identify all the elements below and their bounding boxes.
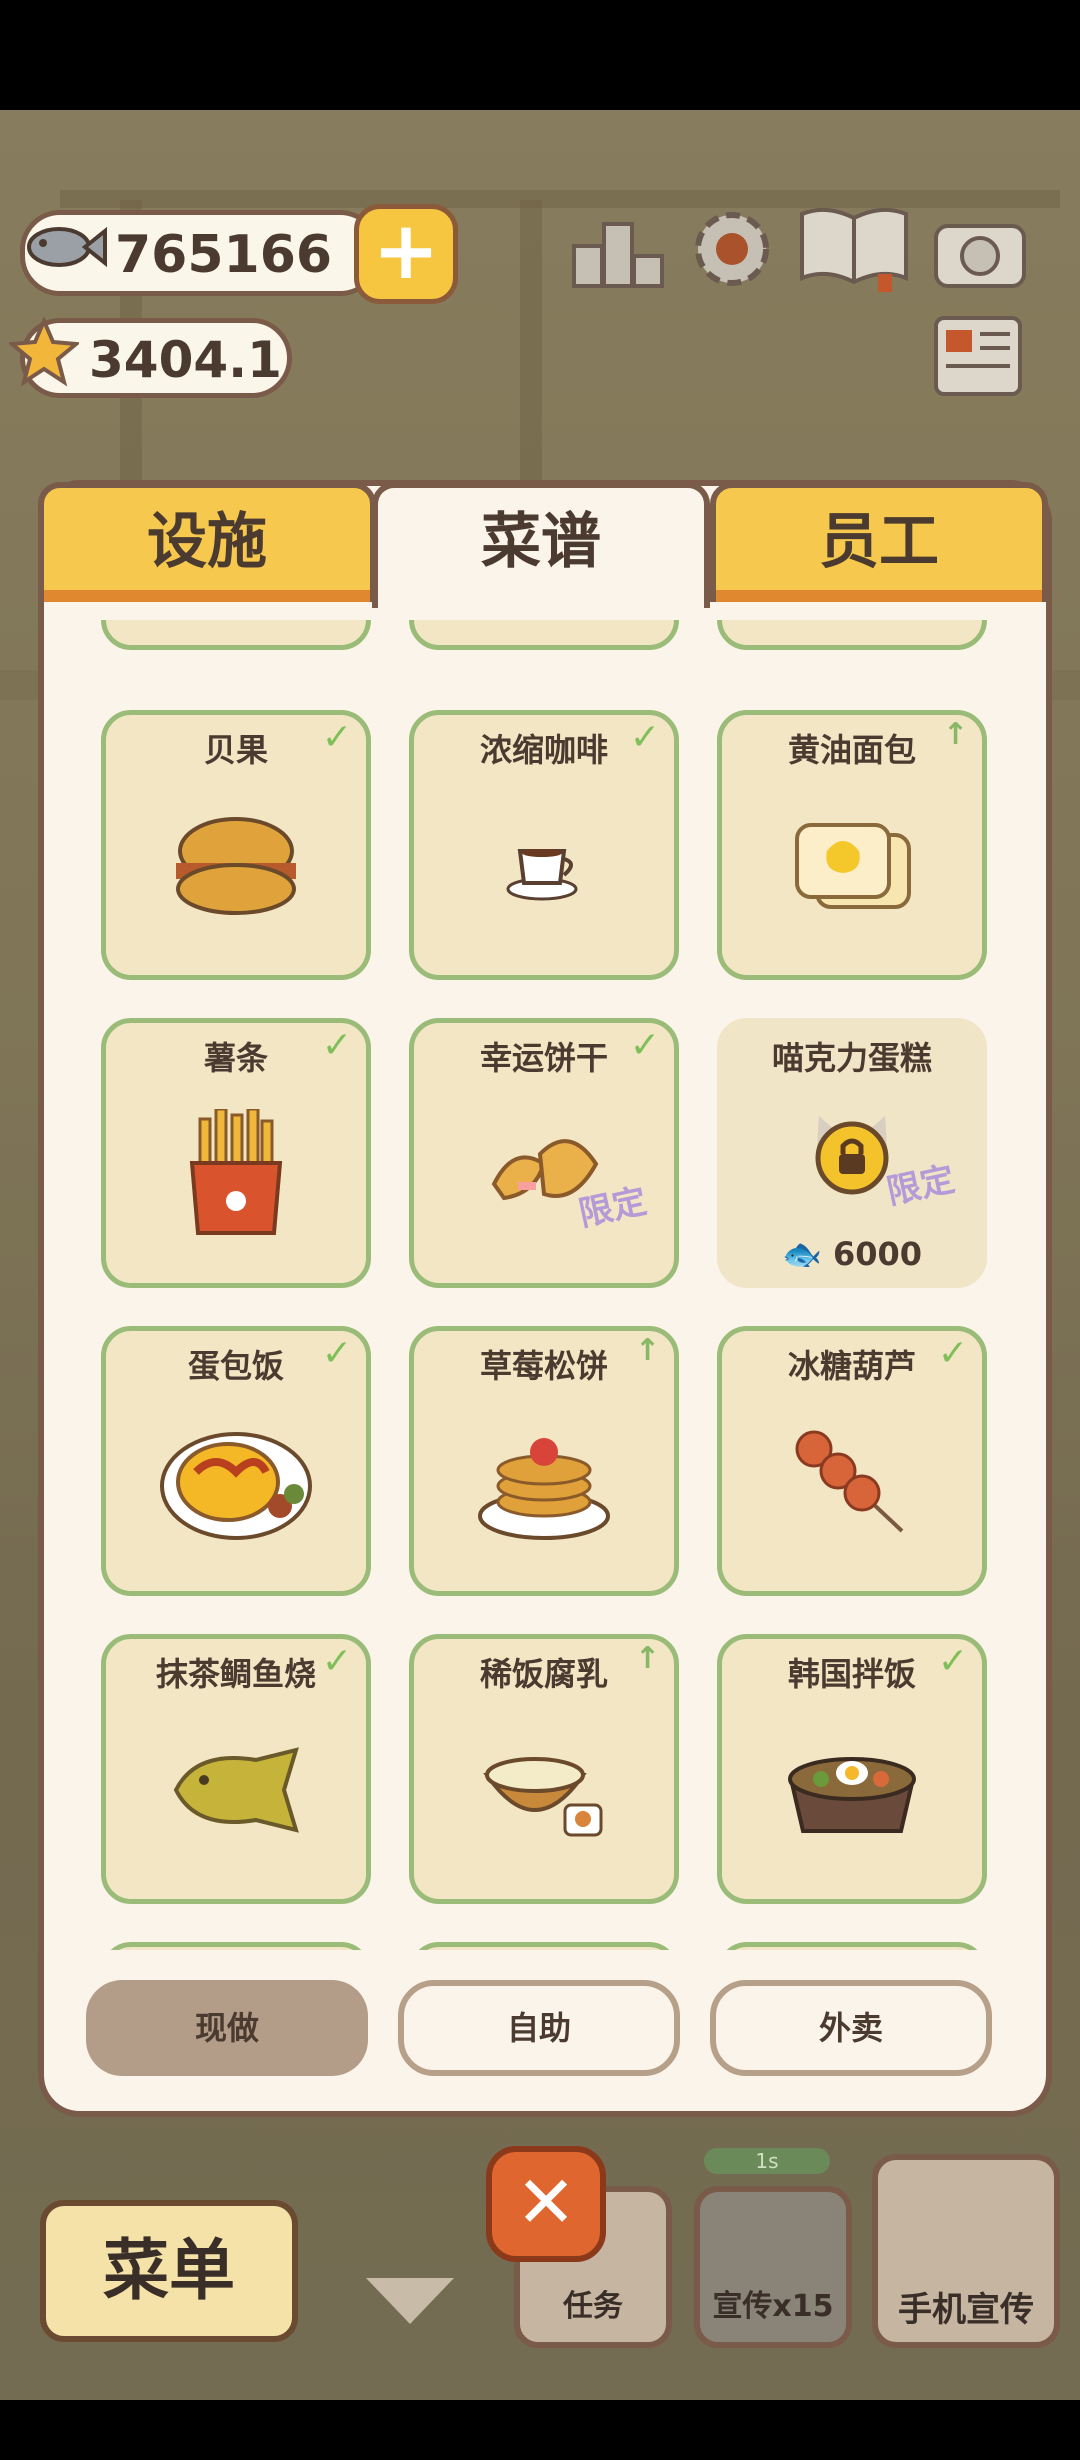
recipe-card-bagel[interactable]: 贝果 ✓ bbox=[101, 710, 371, 980]
add-fish-button[interactable]: + bbox=[354, 204, 458, 304]
mode-takeout-button[interactable]: 外卖 bbox=[710, 1980, 992, 2076]
tab-facilities[interactable]: 设施 bbox=[38, 482, 376, 602]
check-icon: ✓ bbox=[321, 1333, 352, 1374]
recipe-card-partial[interactable] bbox=[717, 1942, 987, 1950]
recipe-card-fortune-cookie[interactable]: 幸运饼干 ✓ 限定 bbox=[409, 1018, 679, 1288]
recipe-card-congee-tofu[interactable]: 稀饭腐乳 ↑ bbox=[409, 1634, 679, 1904]
ranking-icon[interactable] bbox=[570, 206, 666, 292]
recipe-card-espresso[interactable]: 浓缩咖啡 ✓ bbox=[409, 710, 679, 980]
bibimbap-icon bbox=[788, 1756, 916, 1833]
unlock-price: 🐟 6000 bbox=[781, 1235, 923, 1273]
status-bar bbox=[0, 0, 1080, 110]
fish-currency: 765166 bbox=[20, 210, 380, 296]
fries-icon bbox=[189, 1108, 283, 1235]
recipe-card-fries[interactable]: 薯条 ✓ bbox=[101, 1018, 371, 1288]
star-icon bbox=[9, 317, 79, 387]
omurice-icon bbox=[160, 1431, 312, 1540]
gear-icon[interactable] bbox=[684, 204, 780, 290]
recipe-grid: 贝果 ✓ 浓缩咖啡 ✓ 黄油面包 ↑ 薯条 ✓ 幸运饼干 ✓ 限定 喵克力蛋糕 … bbox=[60, 620, 1020, 1950]
fish-icon: 🐟 bbox=[781, 1235, 822, 1273]
butter-bread-icon bbox=[795, 822, 911, 909]
camera-icon[interactable] bbox=[932, 210, 1028, 296]
recipe-card-partial[interactable] bbox=[717, 620, 987, 650]
recipe-card-butter-bread[interactable]: 黄油面包 ↑ bbox=[717, 710, 987, 980]
newspaper-icon[interactable] bbox=[930, 314, 1026, 400]
star-currency: 3404.1 bbox=[9, 317, 292, 398]
close-button[interactable]: ✕ bbox=[486, 2146, 606, 2262]
bagel-icon bbox=[176, 816, 296, 915]
star-amount: 3404.1 bbox=[89, 331, 282, 389]
check-icon: ✓ bbox=[321, 717, 352, 758]
phone-promo-button[interactable]: 手机宣传 bbox=[872, 2154, 1060, 2348]
lock-icon bbox=[815, 1116, 889, 1195]
congee-icon bbox=[483, 1756, 603, 1837]
promo-button[interactable]: 宣传x15 bbox=[694, 2186, 852, 2348]
upgrade-icon: ↑ bbox=[634, 1333, 660, 1368]
upgrade-icon: ↑ bbox=[634, 1641, 660, 1676]
recipe-card-omurice[interactable]: 蛋包饭 ✓ bbox=[101, 1326, 371, 1596]
pancake-icon bbox=[478, 1437, 610, 1540]
espresso-icon bbox=[506, 848, 578, 901]
recipe-card-bibimbap[interactable]: 韩国拌饭 ✓ bbox=[717, 1634, 987, 1904]
menu-button[interactable]: 菜单 bbox=[40, 2200, 298, 2342]
recipe-card-strawberry-pancake[interactable]: 草莓松饼 ↑ bbox=[409, 1326, 679, 1596]
candied-haws-icon bbox=[795, 1430, 904, 1533]
recipe-card-candied-haws[interactable]: 冰糖葫芦 ✓ bbox=[717, 1326, 987, 1596]
recipe-card-matcha-taiyaki[interactable]: 抹茶鲷鱼烧 ✓ bbox=[101, 1634, 371, 1904]
recipe-card-partial[interactable] bbox=[101, 1942, 371, 1950]
fish-icon bbox=[27, 226, 107, 268]
check-icon: ✓ bbox=[937, 1641, 968, 1682]
tab-staff[interactable]: 员工 bbox=[710, 482, 1048, 602]
check-icon: ✓ bbox=[629, 717, 660, 758]
recipe-card-partial[interactable] bbox=[409, 620, 679, 650]
recipe-card-cat-chocolate-cake[interactable]: 喵克力蛋糕 限定 🐟 6000 bbox=[717, 1018, 987, 1288]
promo-timer: 1s bbox=[704, 2148, 830, 2174]
check-icon: ✓ bbox=[321, 1025, 352, 1066]
tab-recipes[interactable]: 菜谱 bbox=[372, 482, 710, 608]
mode-self-service-button[interactable]: 自助 bbox=[398, 1980, 680, 2076]
taiyaki-icon bbox=[173, 1747, 299, 1833]
collapse-arrow-icon[interactable] bbox=[366, 2278, 454, 2324]
recipe-card-partial[interactable] bbox=[101, 620, 371, 650]
check-icon: ✓ bbox=[321, 1641, 352, 1682]
fish-amount: 765166 bbox=[115, 225, 333, 285]
upgrade-icon: ↑ bbox=[942, 717, 968, 752]
check-icon: ✓ bbox=[629, 1025, 660, 1066]
guide-book-icon[interactable] bbox=[796, 204, 912, 292]
check-icon: ✓ bbox=[937, 1333, 968, 1374]
recipe-card-partial[interactable] bbox=[409, 1942, 679, 1950]
mode-dine-in-button[interactable]: 现做 bbox=[86, 1980, 368, 2076]
